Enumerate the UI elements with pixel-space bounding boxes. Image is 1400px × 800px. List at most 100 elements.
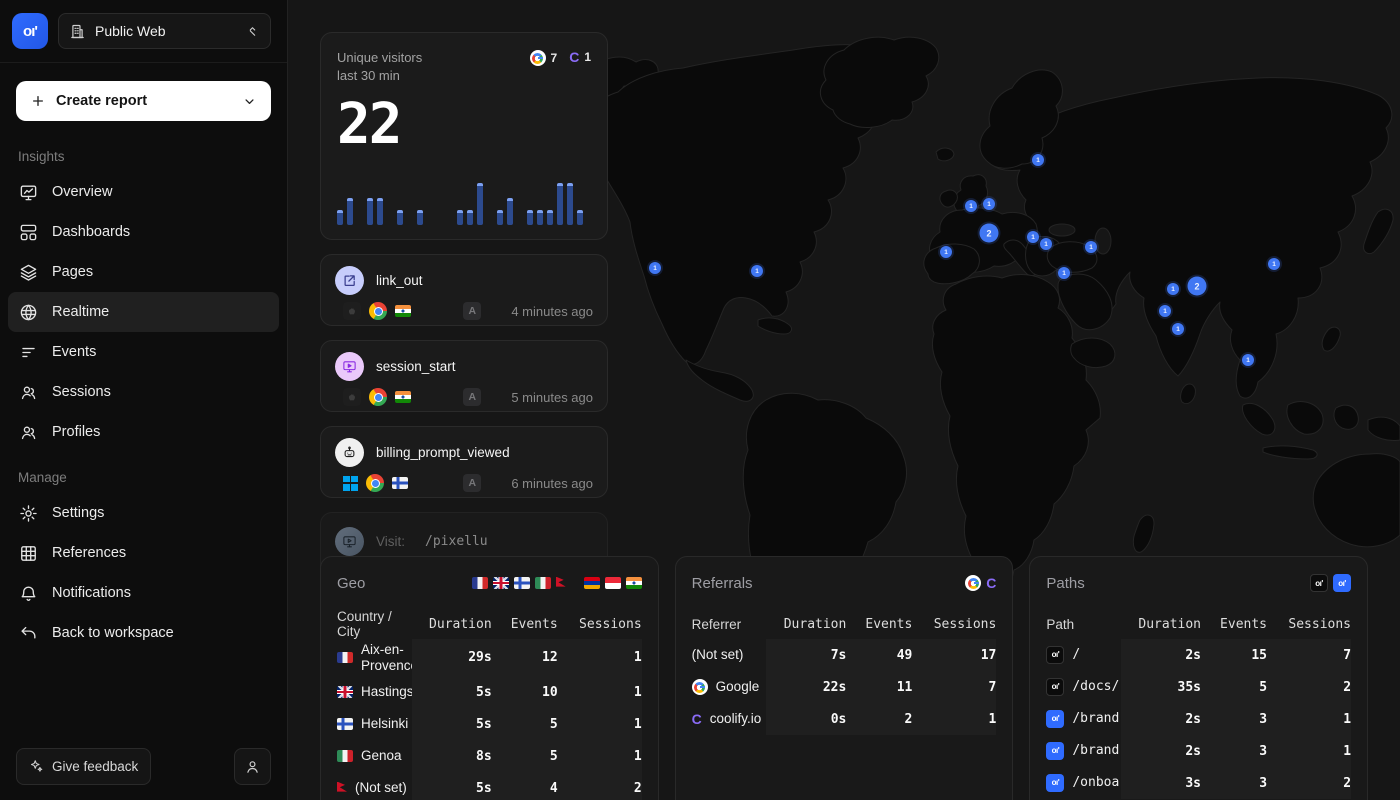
- column-header: Events: [1201, 609, 1267, 639]
- table-row[interactable]: Google 22s 11 7: [692, 671, 997, 703]
- row-name: /brand...: [1072, 712, 1121, 727]
- table-header-icons: oı'oı': [1310, 574, 1351, 592]
- event-time: 5 minutes ago: [511, 390, 593, 405]
- row-name: /brand...: [1072, 744, 1121, 759]
- google-icon: [692, 679, 708, 695]
- map-dot-count: 1: [944, 249, 948, 256]
- chrome-icon: [366, 474, 384, 492]
- realtime-icon: [18, 303, 38, 322]
- map-dot[interactable]: 1: [1085, 241, 1097, 253]
- sidebar-item-settings[interactable]: Settings: [8, 493, 279, 533]
- openpanel-favicon-blue: oı': [1333, 574, 1351, 592]
- workspace-selector[interactable]: Public Web: [58, 13, 271, 49]
- table-row[interactable]: Aix-en-Provence 29s 12 1: [337, 639, 642, 676]
- chevron-down-icon: [242, 94, 257, 109]
- row-events: 3: [1201, 735, 1267, 767]
- profile-badge: A: [463, 302, 481, 320]
- user-icon: [244, 758, 261, 775]
- map-dot[interactable]: 1: [983, 198, 995, 210]
- give-feedback-button[interactable]: Give feedback: [16, 748, 151, 785]
- row-sessions: 1: [558, 676, 642, 708]
- map-dot-count: 1: [1031, 234, 1035, 241]
- create-report-button[interactable]: Create report: [16, 81, 271, 121]
- table-title: Referrals: [692, 575, 753, 592]
- row-sessions: 1: [558, 708, 642, 740]
- event-card-link_out[interactable]: link_out A 4 minutes ago: [320, 254, 608, 326]
- map-dot[interactable]: 1: [649, 262, 661, 274]
- table-row[interactable]: oı'/brand... 2s 3 1: [1046, 735, 1351, 767]
- table-column-headers: Path Duration Events Sessions: [1046, 609, 1351, 639]
- event-card-session_start[interactable]: session_start A 5 minutes ago: [320, 340, 608, 412]
- table-row[interactable]: (Not set) 5s 4 2: [337, 772, 642, 800]
- map-dot[interactable]: 1: [1058, 267, 1070, 279]
- apple-icon: [343, 302, 361, 320]
- map-dot[interactable]: 2: [1188, 277, 1207, 296]
- map-dot-count: 1: [969, 203, 973, 210]
- flag-np-icon: [337, 782, 347, 795]
- row-name: Aix-en-Provence: [361, 642, 412, 673]
- map-dot[interactable]: 1: [1159, 305, 1171, 317]
- map-dot-count: 1: [1246, 357, 1250, 364]
- app-root: oı' Public Web Create report InsightsOve…: [0, 0, 1400, 800]
- map-dot[interactable]: 1: [1040, 238, 1052, 250]
- sidebar-item-back-to-workspace[interactable]: Back to workspace: [8, 613, 279, 653]
- sidebar-item-pages[interactable]: Pages: [8, 252, 279, 292]
- visitor-bar: [467, 210, 473, 225]
- table-row[interactable]: oı'/brand... 2s 3 1: [1046, 703, 1351, 735]
- sidebar-item-events[interactable]: Events: [8, 332, 279, 372]
- table-row[interactable]: oı'/docs/... 35s 5 2: [1046, 671, 1351, 703]
- row-duration: 2s: [1121, 639, 1201, 671]
- row-sessions: 1: [1267, 735, 1351, 767]
- app-logo[interactable]: oı': [12, 13, 48, 49]
- profile-badge: A: [463, 388, 481, 406]
- sidebar-item-label: References: [52, 545, 126, 561]
- sidebar-item-notifications[interactable]: Notifications: [8, 573, 279, 613]
- table-row[interactable]: Hastings 5s 10 1: [337, 676, 642, 708]
- table-row[interactable]: Ccoolify.io 0s 2 1: [692, 703, 997, 735]
- table-row[interactable]: oı'/ 2s 15 7: [1046, 639, 1351, 671]
- visitor-bar: [497, 210, 503, 225]
- map-dot[interactable]: 1: [1027, 231, 1039, 243]
- map-dot[interactable]: 1: [940, 246, 952, 258]
- visitor-sources: 7C1: [530, 49, 592, 85]
- map-dot[interactable]: 1: [1268, 258, 1280, 270]
- column-header: Path: [1046, 617, 1121, 632]
- map-dot[interactable]: 1: [1032, 154, 1044, 166]
- user-menu-button[interactable]: [234, 748, 271, 785]
- table-row[interactable]: (Not set) 7s 49 17: [692, 639, 997, 671]
- map-dot[interactable]: 2: [980, 224, 999, 243]
- sidebar-item-profiles[interactable]: Profiles: [8, 412, 279, 452]
- table-row[interactable]: Helsinki 5s 5 1: [337, 708, 642, 740]
- table-header-icons: [472, 577, 642, 590]
- sidebar-item-realtime[interactable]: Realtime: [8, 292, 279, 332]
- row-events: 12: [492, 639, 558, 676]
- workspace-name: Public Web: [95, 23, 236, 39]
- unique-visitors-card: Unique visitors last 30 min 7C1 22: [320, 32, 608, 240]
- map-dot[interactable]: 1: [1167, 283, 1179, 295]
- table-header-icons: C: [965, 575, 996, 591]
- flag-in-icon: [626, 577, 642, 589]
- table-row[interactable]: Genoa 8s 5 1: [337, 740, 642, 772]
- section-label: Insights: [0, 131, 287, 172]
- row-duration: 5s: [412, 708, 492, 740]
- sidebar-header: oı' Public Web: [0, 0, 287, 63]
- map-dot-count: 1: [1044, 241, 1048, 248]
- map-dot[interactable]: 1: [965, 200, 977, 212]
- sidebar-item-references[interactable]: References: [8, 533, 279, 573]
- sidebar: oı' Public Web Create report InsightsOve…: [0, 0, 288, 800]
- profiles-icon: [18, 423, 38, 442]
- logo-text: oı': [23, 23, 37, 40]
- event-card-billing_prompt_viewed[interactable]: billing_prompt_viewed A 6 minutes ago: [320, 426, 608, 498]
- map-dot[interactable]: 1: [1172, 323, 1184, 335]
- table-row[interactable]: oı'/onboa... 3s 3 2: [1046, 767, 1351, 799]
- coolify-icon: C: [692, 712, 702, 726]
- row-duration: 5s: [412, 772, 492, 800]
- map-dot[interactable]: 1: [1242, 354, 1254, 366]
- sidebar-item-sessions[interactable]: Sessions: [8, 372, 279, 412]
- sidebar-item-dashboards[interactable]: Dashboards: [8, 212, 279, 252]
- sidebar-item-overview[interactable]: Overview: [8, 172, 279, 212]
- coolify-icon: C: [569, 50, 579, 64]
- source-count: C1: [569, 50, 591, 64]
- flag-fr-icon: [337, 652, 353, 664]
- map-dot[interactable]: 1: [751, 265, 763, 277]
